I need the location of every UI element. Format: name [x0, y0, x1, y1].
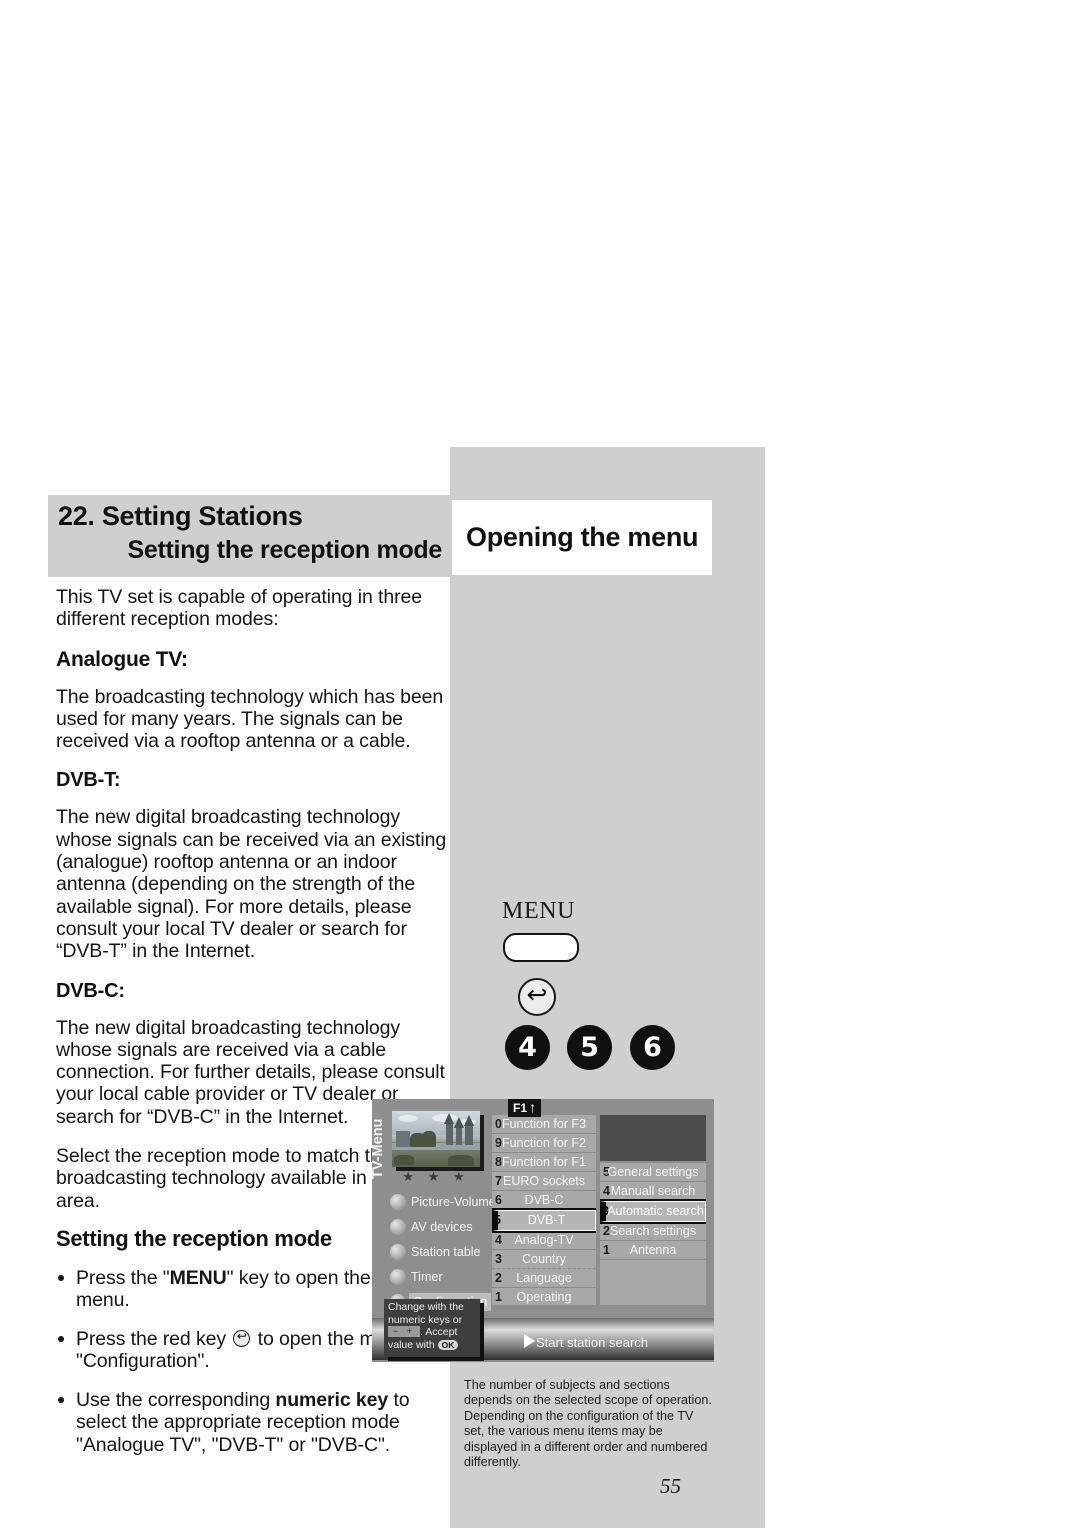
osd-caption: The number of subjects and sections depe… — [464, 1378, 712, 1470]
osd-left-item-label: Picture-Volume — [411, 1195, 496, 1209]
osd-row-label: DVB-C — [524, 1193, 564, 1207]
ok-key-icon: OK — [437, 1339, 459, 1350]
hint-line-3: − +. Accept — [388, 1326, 476, 1339]
up-arrow-icon: ↑ — [529, 1099, 537, 1115]
bullet-sphere-icon — [390, 1219, 406, 1235]
osd-menu-row[interactable]: 8 Function for F1 — [492, 1153, 596, 1172]
osd-middle-menu-column: 0 Function for F3 9 Function for F2 8 Fu… — [492, 1115, 596, 1307]
f1-badge-label: F1 — [513, 1101, 528, 1115]
plus-minus-key-icon: − + — [388, 1326, 421, 1338]
numeric-key-5: 5 — [567, 1025, 612, 1070]
back-arrow-key-icon — [518, 978, 556, 1016]
hint-line-1: Change with the — [388, 1301, 464, 1313]
osd-row-label: Antenna — [629, 1243, 677, 1257]
start-station-search-label: Start station search — [536, 1335, 648, 1350]
osd-left-item-label: Station table — [411, 1245, 481, 1259]
osd-row-label: Language — [516, 1271, 572, 1285]
chapter-subtitle: Setting the reception mode — [127, 536, 443, 564]
numeric-key-6: 6 — [630, 1025, 675, 1070]
chapter-number-title: 22. Setting Stations — [58, 501, 303, 531]
osd-menu-row[interactable]: 6 DVB-C — [492, 1191, 596, 1210]
section-title-box: Opening the menu — [452, 500, 712, 575]
osd-menu-row[interactable]: 4 Manuall search — [600, 1182, 706, 1201]
osd-left-sidebar: ★ ★ ★ TV-Menu Picture-Volume AV devices … — [372, 1109, 496, 1311]
heading-dvb-t: DVB-T: — [56, 769, 121, 792]
paragraph-analogue-tv: The broadcasting technology which has be… — [56, 685, 444, 753]
osd-menu-row[interactable]: 4 Analog-TV — [492, 1231, 596, 1250]
step-text-before: Use the corresponding — [76, 1388, 276, 1411]
chapter-title-box: 22. Setting Stations Setting the recepti… — [48, 495, 452, 577]
numeric-key-4: 4 — [505, 1025, 550, 1070]
back-arrow-icon — [233, 1328, 251, 1347]
osd-left-item-av-devices[interactable]: AV devices — [390, 1218, 488, 1237]
step-text-before: Press the " — [76, 1266, 170, 1289]
osd-right-menu-column: 5 General settings 4 Manuall search 3 Au… — [600, 1163, 706, 1305]
step-text-bold: MENU — [169, 1266, 227, 1289]
osd-row-label: Search settings — [609, 1224, 697, 1238]
document-page: 22. Setting Stations Setting the recepti… — [0, 0, 1080, 1528]
hint-value-text: value with — [388, 1338, 435, 1351]
osd-left-item-station-table[interactable]: Station table — [390, 1243, 488, 1262]
osd-row-label: Country — [522, 1252, 566, 1266]
bullet-sphere-icon — [390, 1194, 406, 1210]
osd-row-label: Function for F3 — [501, 1117, 587, 1131]
osd-menu-row[interactable]: 9 Function for F2 — [492, 1134, 596, 1153]
bullet-dot — [58, 1335, 64, 1342]
heading-dvb-c: DVB-C: — [56, 979, 125, 1002]
preview-thumbnail — [392, 1111, 480, 1167]
list-item: Use the corresponding numeric key to sel… — [56, 1389, 452, 1457]
menu-key-icon — [503, 933, 579, 962]
osd-menu-row-selected-automatic-search[interactable]: 3 Automatic search — [600, 1201, 706, 1222]
menu-key-label: MENU — [502, 898, 576, 924]
osd-menu-row[interactable]: 3 Country — [492, 1250, 596, 1269]
osd-menu-row[interactable]: 1 Antenna — [600, 1241, 706, 1260]
play-triangle-icon — [524, 1334, 535, 1348]
osd-row-label: General settings — [607, 1165, 699, 1179]
osd-row-label: DVB-T — [527, 1213, 566, 1227]
osd-vertical-label: TV-Menu — [372, 1118, 386, 1179]
paragraph-dvb-t: The new digital broadcasting technology … — [56, 806, 447, 963]
hint-line-4: value with OK — [388, 1339, 476, 1352]
bullet-sphere-icon — [390, 1244, 406, 1260]
osd-dark-pane — [600, 1115, 706, 1161]
osd-menu-row[interactable]: 2 Language — [492, 1269, 596, 1288]
hint-accept-text: . Accept — [420, 1326, 458, 1339]
osd-left-item-label: Timer — [411, 1270, 443, 1284]
osd-hint-box: Change with the numeric keys or − +. Acc… — [384, 1299, 480, 1357]
osd-menu-row[interactable]: 0 Function for F3 — [492, 1115, 596, 1134]
osd-menu-row[interactable]: 2 Search settings — [600, 1222, 706, 1241]
section-title: Opening the menu — [466, 522, 699, 552]
osd-left-item-label: AV devices — [411, 1220, 473, 1234]
osd-row-label: Manuall search — [610, 1184, 696, 1198]
step-text-bold: numeric key — [275, 1388, 389, 1411]
osd-menu-row[interactable]: 7 EURO sockets — [492, 1172, 596, 1191]
osd-row-label: Function for F1 — [501, 1155, 587, 1169]
osd-menu-row[interactable]: 5 General settings — [600, 1163, 706, 1182]
page-number: 55 — [660, 1474, 681, 1498]
f1-badge: F1 ↑ — [508, 1099, 542, 1117]
bullet-dot — [58, 1396, 64, 1403]
bullet-sphere-icon — [390, 1269, 406, 1285]
step-text-before: Press the red key — [76, 1327, 232, 1350]
osd-left-item-picture-volume[interactable]: Picture-Volume — [390, 1193, 496, 1212]
osd-row-label: Operating — [516, 1290, 572, 1304]
osd-row-label: EURO sockets — [503, 1174, 585, 1188]
heading-analogue-tv: Analogue TV: — [56, 647, 188, 671]
osd-menu-row-selected-dvb-t[interactable]: 5 DVB-T — [492, 1210, 596, 1231]
rating-stars: ★ ★ ★ — [402, 1169, 470, 1184]
osd-row-label: Function for F2 — [501, 1136, 587, 1150]
osd-row-label: Automatic search — [607, 1204, 704, 1218]
intro-paragraph: This TV set is capable of operating in t… — [56, 586, 422, 631]
remote-control-illustration: MENU 4 5 6 — [450, 890, 765, 1080]
bullet-dot — [58, 1274, 64, 1281]
osd-menu-row[interactable]: 1 Operating — [492, 1288, 596, 1307]
start-station-search-action[interactable]: Start station search — [524, 1334, 648, 1350]
tv-osd-screenshot: F1 ↑ ★ ★ ★ TV-Menu Picture-Volume AV dev… — [372, 1099, 714, 1362]
osd-left-item-timer[interactable]: Timer — [390, 1268, 488, 1287]
hint-line-2: numeric keys or — [388, 1313, 463, 1326]
osd-row-label: Analog-TV — [514, 1233, 574, 1247]
